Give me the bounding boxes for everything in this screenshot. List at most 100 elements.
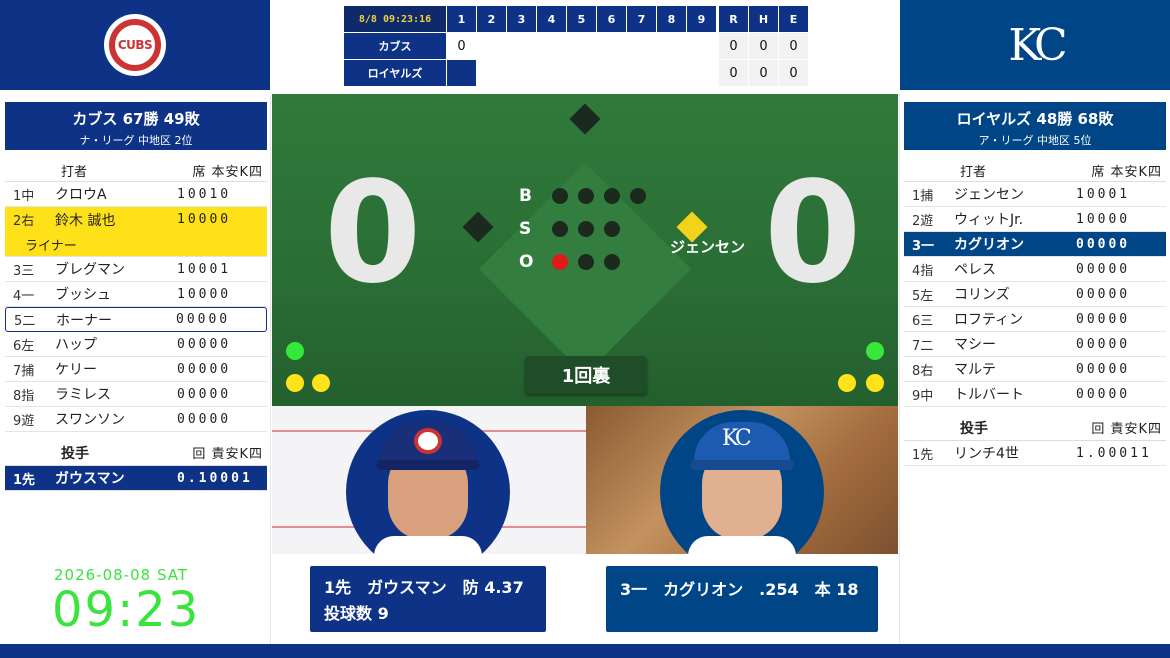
linescore-team-away: カブス <box>343 32 447 60</box>
linescore-cell <box>476 59 507 87</box>
linescore-cell <box>476 32 507 60</box>
linescore-hits: 0 <box>748 32 779 60</box>
pitch-count: 投球数 9 <box>324 604 389 623</box>
home-team-standing: ア・リーグ 中地区 5位 <box>978 134 1092 147</box>
lineup-row: 5左 コリンズ 00000 <box>904 282 1166 307</box>
strike-light <box>604 221 620 237</box>
linescore-cell <box>566 32 597 60</box>
timeout-indicator-yellow <box>866 374 884 392</box>
cubs-cap-logo-icon <box>414 428 442 454</box>
clock-time: 09:23 <box>52 582 201 638</box>
ball-light <box>578 188 594 204</box>
lineup-row: 2遊 ウィットJr. 10000 <box>904 207 1166 232</box>
second-base-icon <box>569 103 601 135</box>
linescore-current-inning <box>446 59 477 87</box>
ball-light <box>630 188 646 204</box>
away-team-record: カブス 67勝 49敗 <box>72 110 200 128</box>
field-display: 0 0 B S O ジェンセン 1回裏 <box>272 94 898 406</box>
timeout-indicator-green <box>866 342 884 360</box>
away-team-standing: ナ・リーグ 中地区 2位 <box>79 134 193 147</box>
lineup-row: 6左 ハップ 00000 <box>5 332 267 357</box>
linescore-cell <box>566 59 597 87</box>
home-lineup: 打者 席 本安K四 1捕 ジェンセン 10001 2遊 ウィットJr. 10000 3一… <box>904 160 1166 466</box>
inning-header: 7 <box>626 5 657 33</box>
linescore-cell <box>626 32 657 60</box>
linescore-cell <box>656 32 687 60</box>
linescore-errors: 0 <box>778 59 809 87</box>
balls-label: B <box>519 186 532 206</box>
lineup-row: 4一 ブッシュ 10000 <box>5 282 267 307</box>
linescore-cell <box>626 59 657 87</box>
home-team-header: ロイヤルズ 48勝 68敗 ア・リーグ 中地区 5位 <box>904 102 1166 150</box>
line-score: 8/8 09:23:16 1 2 3 4 5 6 7 8 9 R H E カブス… <box>343 5 809 87</box>
out-light <box>578 254 594 270</box>
current-batter-row: 3一 カグリオン 00000 <box>904 232 1166 257</box>
linescore-cell <box>596 32 627 60</box>
inning-header: 9 <box>686 5 717 33</box>
home-score: 0 <box>764 152 862 315</box>
linescore-cell <box>506 59 537 87</box>
lineup-row: 7捕 ケリー 00000 <box>5 357 267 382</box>
timeout-indicator-yellow <box>312 374 330 392</box>
strikes-label: S <box>519 219 532 239</box>
pitcher-info-card: 1先 ガウスマン 防 4.37 投球数 9 <box>310 566 546 632</box>
outs-label: O <box>519 252 534 272</box>
lineup-row: 9遊 スワンソン 00000 <box>5 407 267 432</box>
hits-header: H <box>748 5 779 33</box>
last-play-result: ライナー <box>5 232 267 257</box>
current-pitcher-row: 1先 ガウスマン 0.10001 <box>5 466 267 491</box>
timeout-indicator-green <box>286 342 304 360</box>
inning-header: 5 <box>566 5 597 33</box>
cubs-logo-panel: CUBS <box>0 0 270 90</box>
linescore-cell <box>596 59 627 87</box>
inning-header: 8 <box>656 5 687 33</box>
linescore-cell <box>536 32 567 60</box>
lineup-header: 打者 席 本安K四 <box>5 160 267 182</box>
third-base-icon <box>462 211 494 243</box>
lineup-row: 7二 マシー 00000 <box>904 332 1166 357</box>
linescore-errors: 0 <box>778 32 809 60</box>
inning-indicator: 1回裏 <box>525 356 647 394</box>
batter-info-line: 3一 カグリオン .254 本 18 <box>620 580 859 599</box>
cubs-logo: CUBS <box>104 14 166 76</box>
linescore-hits: 0 <box>748 59 779 87</box>
linescore-runs: 0 <box>718 32 749 60</box>
royals-logo: KC <box>1008 19 1067 71</box>
royals-logo-panel: KC <box>900 0 1170 90</box>
linescore-cell <box>686 32 717 60</box>
runs-header: R <box>718 5 749 33</box>
linescore-cell: 0 <box>446 32 477 60</box>
pitcher-header: 投手 回 責安K四 <box>5 440 267 466</box>
errors-header: E <box>778 5 809 33</box>
linescore-runs: 0 <box>718 59 749 87</box>
batter-info-card: 3一 カグリオン .254 本 18 <box>606 566 878 632</box>
out-light <box>604 254 620 270</box>
linescore-cell <box>686 59 717 87</box>
inning-header: 3 <box>506 5 537 33</box>
lineup-row: 4指 ペレス 00000 <box>904 257 1166 282</box>
inning-header: 2 <box>476 5 507 33</box>
lineup-row: 1捕 ジェンセン 10001 <box>904 182 1166 207</box>
pitcher-info-line: 1先 ガウスマン 防 4.37 <box>324 578 524 597</box>
ball-light <box>604 188 620 204</box>
away-score: 0 <box>324 152 422 315</box>
timeout-indicator-yellow <box>838 374 856 392</box>
bottom-bar <box>0 644 1170 658</box>
pitcher-row: 1先 リンチ4世 1.00011 <box>904 441 1166 466</box>
pitcher-header: 投手 回 責安K四 <box>904 415 1166 441</box>
lineup-row: 6三 ロフティン 00000 <box>904 307 1166 332</box>
timeout-indicator-yellow <box>286 374 304 392</box>
strike-light <box>552 221 568 237</box>
lineup-row: 8右 マルテ 00000 <box>904 357 1166 382</box>
ball-light <box>552 188 568 204</box>
lineup-row: 1中 クロウA 10010 <box>5 182 267 207</box>
scoreboard-clock: 8/8 09:23:16 <box>343 5 447 33</box>
lineup-row: 9中 トルバート 00000 <box>904 382 1166 407</box>
inning-header: 4 <box>536 5 567 33</box>
batter-photo-panel: KC <box>586 406 898 554</box>
batter-portrait: KC <box>660 410 824 554</box>
linescore-cell <box>536 59 567 87</box>
out-light-on <box>552 254 568 270</box>
linescore-cell <box>506 32 537 60</box>
inning-header: 6 <box>596 5 627 33</box>
